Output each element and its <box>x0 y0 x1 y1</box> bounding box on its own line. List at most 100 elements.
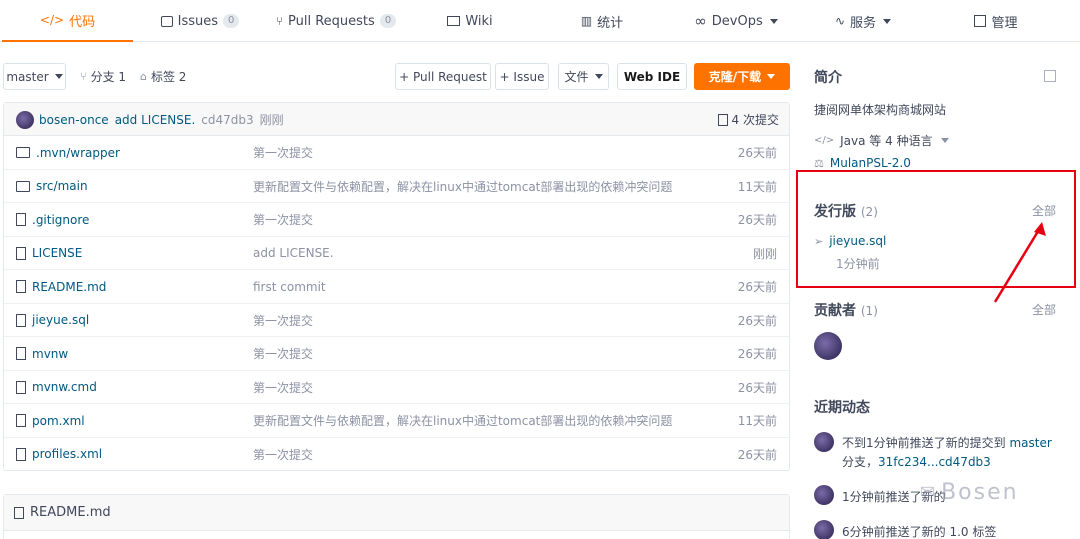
table-row[interactable]: src/main 更新配置文件与依赖配置，解决在linux中通过tomcat部署出… <box>4 170 789 203</box>
tab-pull-requests[interactable]: ⑂ Pull Requests 0 <box>272 0 400 42</box>
license-link[interactable]: ⚖ MulanPSL-2.0 <box>814 156 911 170</box>
infinity-icon: ∞ <box>694 12 707 30</box>
file-time: 26天前 <box>737 280 777 294</box>
table-row[interactable]: jieyue.sql 第一次提交 26天前 <box>4 304 789 337</box>
scale-icon: ⚖ <box>814 156 824 170</box>
file-icon <box>16 380 26 394</box>
file-icon <box>16 414 26 427</box>
file-name-link[interactable]: README.md <box>16 270 106 303</box>
file-icon <box>16 213 26 226</box>
latest-commit-bar: bosen-once add LICENSE. cd47db3 刚刚 4 次提交 <box>4 103 789 136</box>
file-name-link[interactable]: .gitignore <box>16 203 89 236</box>
chevron-down-icon <box>883 18 892 24</box>
table-row[interactable]: pom.xml 更新配置文件与依赖配置，解决在linux中通过tomcat部署出现… <box>4 404 789 438</box>
pull-request-icon: ⑂ <box>275 14 284 28</box>
web-ide-button[interactable]: Web IDE <box>617 63 687 90</box>
file-time: 26天前 <box>737 347 777 361</box>
pulse-icon: ∿ <box>834 14 846 28</box>
file-name-link[interactable]: jieyue.sql <box>16 304 89 337</box>
tab-services[interactable]: ∿ 服务 <box>830 0 896 42</box>
repo-nav: </> 代码 Issues 0 ⑂ Pull Requests 0 Wiki ▥… <box>0 0 1080 42</box>
folder-icon <box>16 147 30 158</box>
pull-requests-count-badge: 0 <box>379 14 397 28</box>
commit-message-link[interactable]: 第一次提交 <box>253 438 313 471</box>
file-list: bosen-once add LICENSE. cd47db3 刚刚 4 次提交… <box>3 102 790 471</box>
commit-message-link[interactable]: 更新配置文件与依赖配置，解决在linux中通过tomcat部署出现的依赖冲突问题 <box>253 404 672 437</box>
file-name-link[interactable]: LICENSE <box>16 237 82 270</box>
new-issue-button[interactable]: + Issue <box>495 63 549 90</box>
avatar[interactable] <box>814 485 834 505</box>
tab-manage[interactable]: 管理 <box>966 0 1026 42</box>
file-name-link[interactable]: .mvn/wrapper <box>16 136 120 169</box>
wechat-icon: ✉ <box>920 482 936 503</box>
file-icon <box>16 347 26 360</box>
clone-download-button[interactable]: 克隆/下载 <box>694 63 790 90</box>
annotation-arrow <box>993 222 1046 303</box>
commit-message-link[interactable]: first commit <box>253 270 326 303</box>
files-menu-button[interactable]: 文件 <box>558 63 609 90</box>
file-time: 11天前 <box>737 179 777 194</box>
readme-panel: README.md <box>3 494 790 539</box>
file-icon <box>16 313 26 327</box>
language-info[interactable]: </> Java 等 4 种语言 <box>814 132 949 149</box>
file-name-link[interactable]: profiles.xml <box>16 438 102 471</box>
branch-select[interactable]: master <box>3 63 66 90</box>
issues-icon <box>160 15 173 27</box>
commit-sha[interactable]: cd47db3 <box>201 113 253 127</box>
tab-stats[interactable]: ▥ 统计 <box>570 0 634 42</box>
commit-message-link[interactable]: 第一次提交 <box>253 304 313 337</box>
table-row[interactable]: mvnw 第一次提交 26天前 <box>4 337 789 371</box>
commit-message-link[interactable]: add LICENSE. <box>253 237 334 270</box>
avatar[interactable] <box>814 432 834 452</box>
commit-message-link[interactable]: 第一次提交 <box>253 203 313 236</box>
new-pull-request-button[interactable]: + Pull Request <box>395 63 491 90</box>
avatar[interactable] <box>814 332 842 360</box>
table-row[interactable]: .gitignore 第一次提交 26天前 <box>4 203 789 237</box>
file-icon <box>16 246 26 260</box>
commit-count-link[interactable]: 4 次提交 <box>717 103 779 136</box>
file-name-link[interactable]: src/main <box>16 170 88 203</box>
repo-description: 捷阅网单体架构商城网站 <box>814 103 947 117</box>
history-icon <box>717 113 728 126</box>
file-time: 26天前 <box>737 380 777 395</box>
avatar[interactable] <box>814 520 834 539</box>
releases-all-link[interactable]: 全部 <box>1032 202 1056 219</box>
code-icon: </> <box>814 135 835 146</box>
file-icon <box>16 447 26 461</box>
file-icon <box>16 280 26 293</box>
commit-message-link[interactable]: add LICENSE. <box>115 113 196 127</box>
commit-message-link[interactable]: 第一次提交 <box>253 136 313 169</box>
wiki-icon <box>447 16 461 26</box>
commit-message-link[interactable]: 第一次提交 <box>253 371 313 404</box>
contributors-all-link[interactable]: 全部 <box>1032 301 1056 318</box>
stats-icon: ▥ <box>580 14 593 28</box>
tags-link[interactable]: ⌂ 标签 2 <box>140 68 186 85</box>
table-row[interactable]: LICENSE add LICENSE. 刚刚 <box>4 237 789 270</box>
file-name-link[interactable]: mvnw <box>16 337 68 370</box>
file-time: 刚刚 <box>752 246 777 261</box>
edit-icon[interactable] <box>1044 70 1056 82</box>
code-icon: </> <box>39 13 65 27</box>
commit-author-link[interactable]: bosen-once <box>39 113 109 127</box>
commit-message-link[interactable]: 更新配置文件与依赖配置，解决在linux中通过tomcat部署出现的依赖冲突问题 <box>253 170 672 203</box>
releases-heading: 发行版 (2) <box>814 204 878 220</box>
release-item[interactable]: ➢ jieyue.sql <box>814 234 886 248</box>
table-row[interactable]: profiles.xml 第一次提交 26天前 <box>4 438 789 472</box>
chevron-down-icon <box>767 74 776 79</box>
tab-devops[interactable]: ∞ DevOps <box>688 0 784 42</box>
commit-time: 刚刚 <box>259 113 284 127</box>
file-time: 26天前 <box>737 146 777 160</box>
activity-item: 不到1分钟前推送了新的提交到 master 分支，31fc234...cd47d… <box>842 436 1052 469</box>
table-row[interactable]: mvnw.cmd 第一次提交 26天前 <box>4 371 789 404</box>
tab-issues[interactable]: Issues 0 <box>150 0 250 42</box>
tab-code[interactable]: </> 代码 <box>2 0 133 42</box>
file-icon <box>14 506 24 519</box>
branches-link[interactable]: ⑂ 分支 1 <box>80 68 126 85</box>
table-row[interactable]: .mvn/wrapper 第一次提交 26天前 <box>4 136 789 170</box>
file-name-link[interactable]: mvnw.cmd <box>16 371 97 404</box>
avatar[interactable] <box>16 111 34 129</box>
table-row[interactable]: README.md first commit 26天前 <box>4 270 789 304</box>
file-name-link[interactable]: pom.xml <box>16 404 85 437</box>
commit-message-link[interactable]: 第一次提交 <box>253 337 313 370</box>
tab-wiki[interactable]: Wiki <box>440 0 500 42</box>
